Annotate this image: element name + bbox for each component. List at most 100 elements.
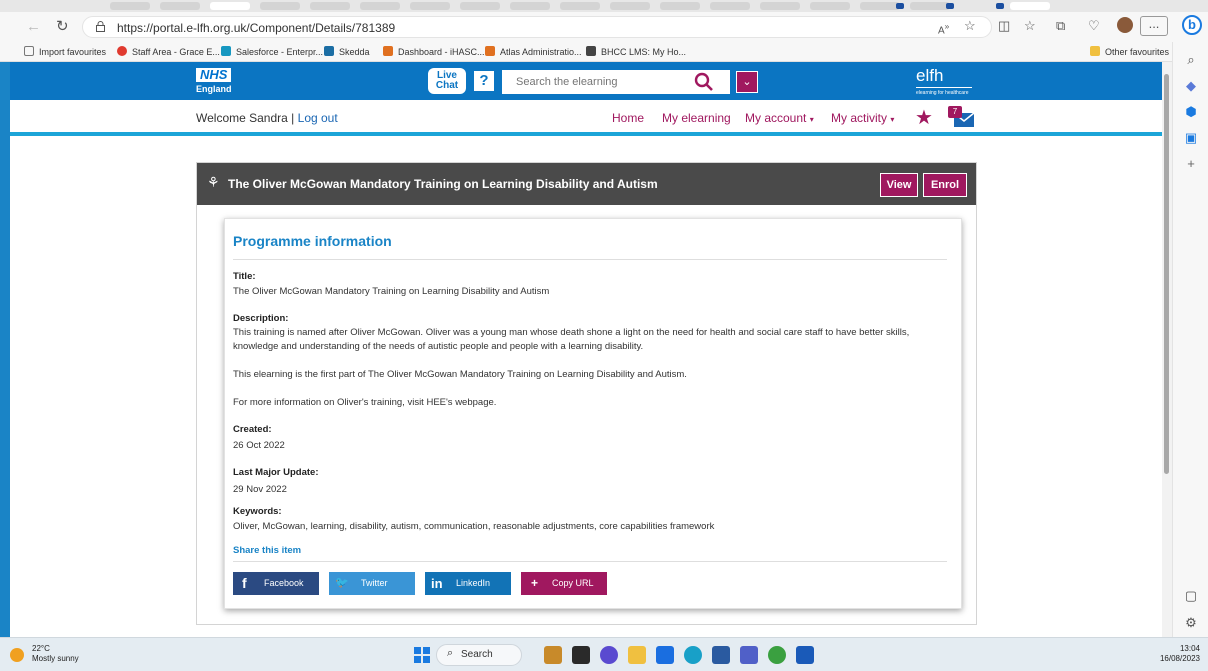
elfh-logo[interactable]: elfh elearning for healthcare [916, 67, 972, 96]
browser-tab[interactable] [310, 2, 350, 10]
browser-tab-strip [0, 0, 1208, 12]
windows-logo-part [414, 656, 421, 663]
share-facebook-button[interactable]: f Facebook [233, 572, 319, 595]
browser-tab[interactable] [260, 2, 300, 10]
taskbar-app-icon[interactable] [768, 646, 786, 664]
refresh-icon[interactable]: ↻ [56, 18, 69, 36]
browser-tab[interactable] [560, 2, 600, 10]
browser-tab[interactable] [510, 2, 550, 10]
nav-my-account[interactable]: My account ▾ [745, 111, 814, 125]
separator: | [291, 111, 295, 125]
copy-url-button[interactable]: + Copy URL [521, 572, 607, 595]
browser-tab[interactable] [1010, 2, 1050, 10]
back-icon[interactable]: ← [26, 18, 41, 36]
search-icon[interactable] [692, 72, 716, 92]
browser-tab-active[interactable] [210, 2, 250, 10]
favourite-atlas[interactable]: Atlas Administratio... [485, 46, 582, 57]
outlook-icon[interactable] [656, 646, 674, 664]
browser-tab[interactable] [360, 2, 400, 10]
favourites-bar: Import favourites Staff Area - Grace E..… [0, 42, 1208, 62]
favourite-dashboard[interactable]: Dashboard - iHASC... [383, 46, 485, 57]
favourite-import[interactable]: Import favourites [24, 46, 106, 57]
windows-logo-part [423, 647, 430, 654]
favourite-other[interactable]: Other favourites [1090, 46, 1169, 57]
profile-avatar[interactable] [1117, 17, 1133, 33]
sun-icon [10, 648, 24, 662]
nav-my-activity[interactable]: My activity ▾ [831, 111, 894, 125]
browser-tab[interactable] [860, 2, 900, 10]
file-explorer-icon[interactable] [628, 646, 646, 664]
add-icon[interactable]: + [1183, 156, 1199, 172]
browser-tab[interactable] [660, 2, 700, 10]
word-icon[interactable] [796, 646, 814, 664]
share-label: Copy URL [552, 578, 594, 588]
nhs-logo[interactable]: NHS England [196, 68, 232, 94]
view-button[interactable]: View [880, 173, 918, 197]
browser-tab[interactable] [160, 2, 200, 10]
extensions-icon[interactable]: ♡ [1088, 18, 1100, 34]
collections-icon[interactable]: ⧉ [1056, 18, 1065, 34]
live-chat-button[interactable]: Live Chat [428, 68, 466, 94]
enrol-button[interactable]: Enrol [923, 173, 967, 197]
clock[interactable]: 13:04 16/08/2023 [1150, 644, 1200, 664]
help-button[interactable]: ? [474, 71, 494, 91]
browser-tab[interactable] [760, 2, 800, 10]
browser-tab[interactable] [810, 2, 850, 10]
tools-icon[interactable]: ⬢ [1183, 104, 1199, 120]
edge-icon[interactable] [684, 646, 702, 664]
taskbar-search[interactable]: ⌕ Search [436, 644, 522, 666]
favourite-star-icon[interactable]: ☆ [964, 18, 976, 34]
caret-down-icon: ▾ [809, 115, 814, 124]
search-icon[interactable]: ⌕ [1183, 52, 1199, 68]
favourite-bhcc[interactable]: BHCC LMS: My Ho... [586, 46, 686, 57]
browser-tab[interactable] [410, 2, 450, 10]
settings-icon[interactable]: ⚙ [1183, 615, 1199, 631]
favourites-star-icon[interactable]: ★ [915, 108, 933, 128]
browser-tab[interactable] [710, 2, 750, 10]
favourite-skedda[interactable]: Skedda [324, 46, 370, 57]
taskbar: 22°C Mostly sunny ⌕ Search 13:04 16/08/2… [0, 637, 1208, 671]
taskbar-app-icon[interactable] [544, 646, 562, 664]
search-input[interactable] [502, 70, 690, 94]
live-chat-label: Chat [435, 80, 459, 91]
nhs-region: England [196, 84, 232, 94]
nav-my-elearning[interactable]: My elearning [662, 111, 731, 125]
divider [233, 561, 947, 562]
taskbar-app-icon[interactable] [712, 646, 730, 664]
sidebar-toggle-icon[interactable]: ▢ [1183, 588, 1199, 604]
bing-chat-icon[interactable]: b [1182, 15, 1202, 35]
more-menu-button[interactable]: ... [1140, 16, 1168, 36]
split-screen-icon[interactable]: ◫ [998, 18, 1010, 34]
browser-tab[interactable] [460, 2, 500, 10]
favourite-salesforce[interactable]: Salesforce - Enterpr... [221, 46, 323, 57]
programme-info-panel: Programme information Title: The Oliver … [224, 218, 962, 609]
teams-icon[interactable] [740, 646, 758, 664]
taskbar-app-icon[interactable] [572, 646, 590, 664]
logout-link[interactable]: Log out [298, 111, 338, 125]
share-linkedin-button[interactable]: in LinkedIn [425, 572, 511, 595]
page-scrollbar[interactable] [1162, 62, 1172, 637]
programme-info-heading: Programme information [233, 233, 392, 249]
taskbar-search-label: Search [461, 649, 493, 660]
tag-icon[interactable]: ◆ [1183, 78, 1199, 94]
favourites-icon[interactable]: ☆ [1024, 18, 1036, 34]
lock-icon [96, 21, 105, 32]
browser-tab[interactable] [910, 2, 950, 10]
taskbar-app-icon[interactable] [600, 646, 618, 664]
browser-tab[interactable] [110, 2, 150, 10]
messages-button[interactable]: 7 [948, 106, 976, 128]
browser-tab[interactable] [610, 2, 650, 10]
favourite-staff-area[interactable]: Staff Area - Grace E... [117, 46, 220, 57]
windows-logo-part [423, 656, 430, 663]
url-text: https://portal.e-lfh.org.uk/Component/De… [117, 21, 396, 35]
address-bar[interactable]: https://portal.e-lfh.org.uk/Component/De… [82, 16, 992, 38]
outlook-icon[interactable]: ▣ [1183, 130, 1199, 146]
start-windows-icon[interactable] [414, 647, 430, 663]
share-twitter-button[interactable]: 🐦 Twitter [329, 572, 415, 595]
divider [233, 259, 947, 260]
read-aloud-icon[interactable]: A» [938, 18, 949, 39]
programme-icon: ⚘ [207, 174, 220, 190]
nav-home[interactable]: Home [612, 111, 644, 125]
scrollbar-thumb[interactable] [1164, 74, 1169, 474]
search-options-chevron-icon[interactable]: ⌄ [736, 71, 758, 93]
